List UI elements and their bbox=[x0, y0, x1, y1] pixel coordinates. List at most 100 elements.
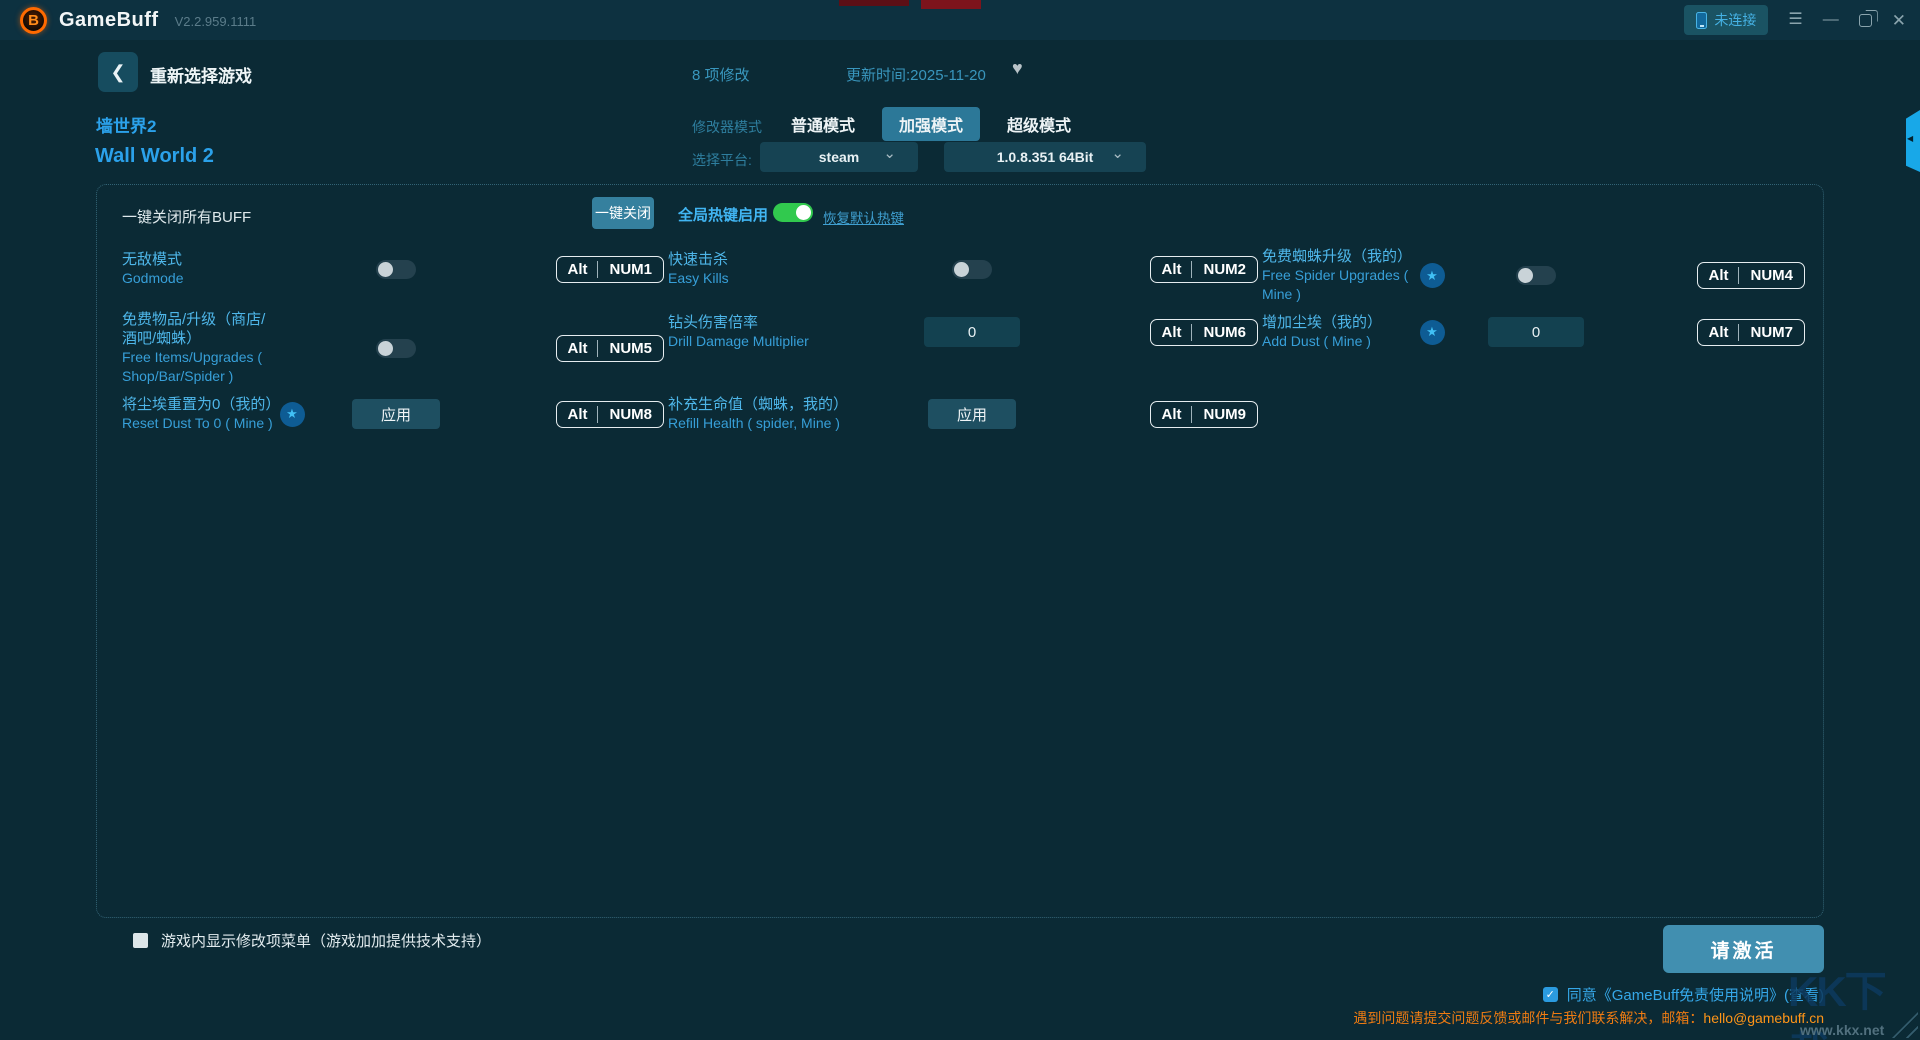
cheat-toggle[interactable] bbox=[376, 259, 416, 279]
cheat-name-en: Free Items/Upgrades ( Shop/Bar/Spider ) bbox=[122, 349, 263, 384]
global-hotkey-label: 全局热键启用 bbox=[678, 207, 769, 224]
cheat-name-en: Easy Kills bbox=[668, 270, 729, 286]
trainer-mode-label: 修改器模式 bbox=[692, 119, 762, 135]
hotkey-key: NUM9 bbox=[1191, 405, 1257, 423]
cheat-name-cn: 无敌模式 bbox=[122, 251, 183, 268]
hotkey-badge[interactable]: Alt NUM9 bbox=[1150, 400, 1258, 428]
gamebuff-logo-icon: B bbox=[20, 6, 47, 34]
connection-status-label: 未连接 bbox=[1714, 12, 1757, 28]
cheat-name-en: Free Spider Upgrades ( Mine ) bbox=[1262, 267, 1409, 302]
cheat-name-cn: 免费物品/升级（商店/酒吧/蜘蛛） bbox=[122, 311, 266, 347]
cheat-name-en: Add Dust ( Mine ) bbox=[1262, 333, 1371, 349]
hotkey-key: NUM8 bbox=[597, 405, 663, 423]
mode-tab-2[interactable]: 超级模式 bbox=[990, 107, 1088, 141]
star-icon: ★ bbox=[1419, 263, 1445, 288]
back-button[interactable]: ❮ bbox=[98, 52, 138, 92]
game-title-en: Wall World 2 bbox=[95, 145, 214, 167]
apply-button[interactable]: 应用 bbox=[352, 399, 440, 429]
chevron-down-icon: ⌄ bbox=[1111, 145, 1124, 162]
hotkey-modifier: Alt bbox=[1708, 267, 1729, 284]
hotkey-key: NUM4 bbox=[1738, 267, 1804, 284]
phone-icon bbox=[1696, 11, 1708, 29]
menu-icon[interactable]: ☰ bbox=[1788, 12, 1802, 28]
cheat-grid: 无敌模式 Godmode Alt NUM1 快速击杀 Easy Kills Al… bbox=[122, 247, 1809, 436]
app-name: GameBuff bbox=[59, 8, 159, 31]
cheat-row: 将尘埃重置为0（我的） Reset Dust To 0 ( Mine ) ★ 应… bbox=[122, 392, 668, 436]
app-version: V2.2.959.1111 bbox=[174, 14, 257, 29]
close-all-button[interactable]: 一键关闭 bbox=[592, 197, 654, 229]
cheat-name-cn: 免费蜘蛛升级（我的） bbox=[1262, 248, 1413, 265]
mode-tab-0[interactable]: 普通模式 bbox=[774, 107, 872, 141]
notification-bar-1 bbox=[839, 0, 909, 6]
hotkey-badge[interactable]: Alt NUM5 bbox=[556, 334, 664, 362]
platform-store-value: steam bbox=[818, 149, 860, 165]
hotkey-modifier: Alt bbox=[1161, 405, 1182, 423]
cheat-toggle[interactable] bbox=[952, 259, 992, 279]
hotkey-modifier: Alt bbox=[1161, 323, 1182, 341]
cheat-name-cn: 将尘埃重置为0（我的） bbox=[122, 396, 281, 413]
cheat-row: 快速击杀 Easy Kills Alt NUM2 bbox=[668, 247, 1262, 291]
hotkey-key: NUM2 bbox=[1191, 260, 1257, 278]
hotkey-badge[interactable]: Alt NUM7 bbox=[1697, 318, 1805, 346]
favorite-heart-icon[interactable]: ♥ bbox=[1012, 58, 1023, 79]
ingame-menu-label: 游戏内显示修改项菜单（游戏加加提供技术支持） bbox=[161, 933, 492, 950]
notification-bar-2 bbox=[921, 0, 981, 9]
ingame-menu-option: 游戏内显示修改项菜单（游戏加加提供技术支持） bbox=[133, 930, 491, 951]
platform-store-dropdown[interactable]: steam ⌄ bbox=[760, 142, 918, 172]
chevron-down-icon: ⌄ bbox=[883, 145, 896, 162]
platform-label: 选择平台: bbox=[692, 152, 752, 168]
cheat-value-input[interactable] bbox=[1488, 317, 1584, 347]
hotkey-key: NUM6 bbox=[1191, 323, 1257, 341]
global-hotkey-toggle[interactable] bbox=[773, 203, 813, 222]
close-all-buff-label: 一键关闭所有BUFF bbox=[122, 209, 252, 226]
update-time: 更新时间:2025-11-20 bbox=[846, 67, 986, 84]
hotkey-badge[interactable]: Alt NUM4 bbox=[1697, 262, 1805, 289]
cheat-row: 补充生命值（蜘蛛，我的） Refill Health ( spider, Min… bbox=[668, 392, 1262, 436]
cheat-name-en: Refill Health ( spider, Mine ) bbox=[668, 415, 840, 431]
cheat-name-en: Reset Dust To 0 ( Mine ) bbox=[122, 415, 273, 431]
hotkey-modifier: Alt bbox=[1708, 323, 1729, 341]
agreement-label[interactable]: 同意《GameBuff免责使用说明》(查看) bbox=[1567, 984, 1824, 1005]
hotkey-key: NUM5 bbox=[597, 339, 663, 357]
cheat-name-cn: 钻头伤害倍率 bbox=[668, 314, 759, 331]
watermark-site: www.kkx.net bbox=[1800, 1022, 1885, 1038]
trainer-mode-tabs: 普通模式 加强模式 超级模式 bbox=[774, 107, 1098, 141]
cheat-row: 增加尘埃（我的） Add Dust ( Mine ) ★ Alt NUM7 bbox=[1262, 310, 1809, 354]
restore-default-hotkeys-link[interactable]: 恢复默认热键 bbox=[823, 207, 904, 227]
titlebar: B GameBuff V2.2.959.1111 未连接 ☰ — ✕ bbox=[0, 0, 1920, 40]
mode-tab-1[interactable]: 加强模式 bbox=[882, 107, 981, 141]
ingame-menu-checkbox[interactable] bbox=[133, 933, 148, 948]
side-panel-handle[interactable]: ◀ bbox=[1906, 110, 1920, 172]
hotkey-modifier: Alt bbox=[1161, 260, 1182, 278]
game-version-dropdown[interactable]: 1.0.8.351 64Bit ⌄ bbox=[944, 142, 1146, 172]
hotkey-key: NUM7 bbox=[1738, 323, 1804, 341]
cheat-row: 无敌模式 Godmode Alt NUM1 bbox=[122, 247, 668, 291]
agreement-checkbox[interactable]: ✓ bbox=[1542, 987, 1558, 1002]
game-title-cn: 墙世界2 bbox=[96, 117, 157, 136]
star-icon: ★ bbox=[1419, 319, 1445, 345]
cheat-row: 钻头伤害倍率 Drill Damage Multiplier Alt NUM6 bbox=[668, 310, 1262, 354]
hotkey-badge[interactable]: Alt NUM1 bbox=[556, 255, 664, 283]
connection-status-button[interactable]: 未连接 bbox=[1684, 5, 1769, 35]
game-version-value: 1.0.8.351 64Bit bbox=[996, 149, 1094, 165]
star-icon: ★ bbox=[279, 401, 305, 427]
cheat-row: 免费蜘蛛升级（我的） Free Spider Upgrades ( Mine )… bbox=[1262, 247, 1809, 304]
page-title: 重新选择游戏 bbox=[150, 67, 252, 86]
hotkey-badge[interactable]: Alt NUM8 bbox=[556, 400, 664, 428]
close-icon[interactable]: ✕ bbox=[1892, 12, 1906, 29]
apply-button[interactable]: 应用 bbox=[928, 399, 1016, 429]
cheat-toggle[interactable] bbox=[1516, 266, 1556, 285]
hotkey-badge[interactable]: Alt NUM2 bbox=[1150, 255, 1258, 283]
hotkey-badge[interactable]: Alt NUM6 bbox=[1150, 318, 1258, 346]
cheat-name-en: Godmode bbox=[122, 270, 184, 286]
cheat-panel: 一键关闭所有BUFF 一键关闭 全局热键启用 恢复默认热键 无敌模式 Godmo… bbox=[96, 184, 1824, 918]
cheat-name-en: Drill Damage Multiplier bbox=[668, 333, 809, 349]
collapse-arrow-icon: ◀ bbox=[1907, 134, 1914, 143]
hotkey-modifier: Alt bbox=[567, 405, 588, 423]
maximize-icon[interactable] bbox=[1858, 13, 1872, 27]
cheat-value-input[interactable] bbox=[924, 317, 1020, 347]
cheat-toggle[interactable] bbox=[376, 338, 416, 358]
minimize-icon[interactable]: — bbox=[1823, 12, 1839, 28]
cheat-name-cn: 增加尘埃（我的） bbox=[1262, 314, 1383, 331]
cheat-name-cn: 补充生命值（蜘蛛，我的） bbox=[668, 396, 849, 413]
